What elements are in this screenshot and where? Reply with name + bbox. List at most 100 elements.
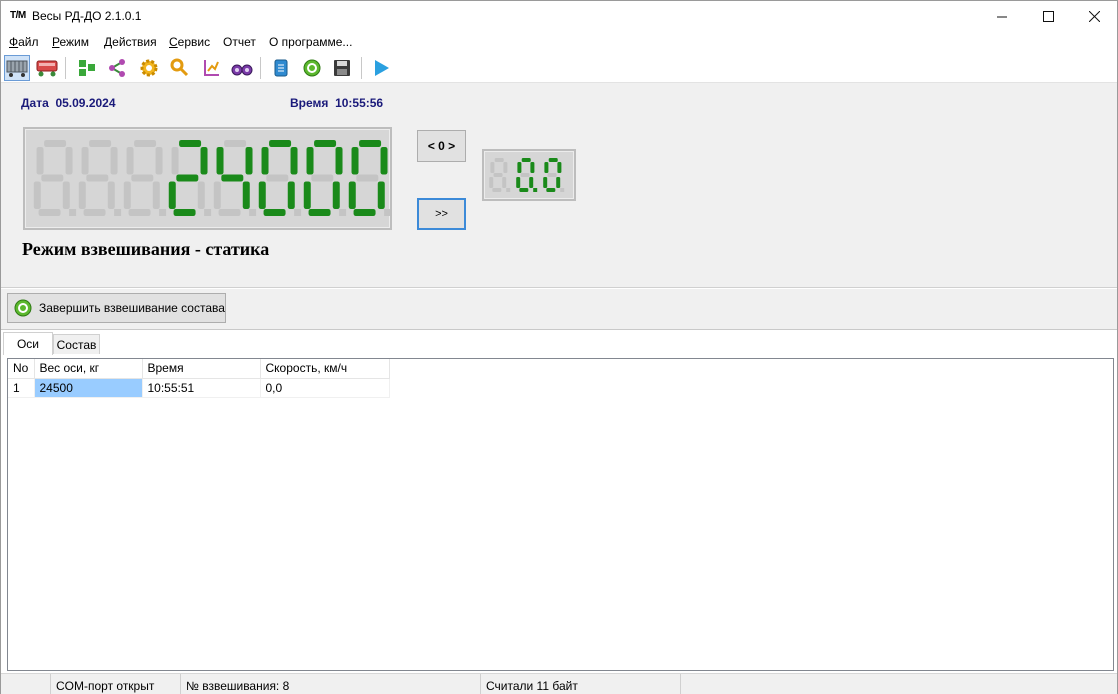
flow-icon[interactable] <box>74 55 100 81</box>
time-display: Время 10:55:56 <box>290 96 384 110</box>
finish-weighing-button[interactable]: Завершить взвешивание состава <box>7 293 226 323</box>
lcd-segment-ghost <box>123 181 131 209</box>
tab-train[interactable]: Состав <box>53 334 100 354</box>
lcd-segment-ghost <box>547 173 557 177</box>
refresh-icon[interactable] <box>299 55 325 81</box>
lcd-segment-lit <box>529 177 534 188</box>
minimize-icon[interactable] <box>979 1 1025 32</box>
lcd-segment-ghost <box>62 181 70 209</box>
close-icon[interactable] <box>1071 1 1117 32</box>
lcd-segment-lit <box>176 174 199 182</box>
lcd-dot-ghost <box>159 209 167 216</box>
app-window: Т/М Весы РД-ДО 2.1.0.1 Файл Режим Действ… <box>0 0 1118 694</box>
cell-speed[interactable]: 0,0 <box>260 378 390 398</box>
cell-weight[interactable]: 24500 <box>34 378 143 398</box>
column-header-weight[interactable]: Вес оси, кг <box>34 359 143 379</box>
lcd-segment-ghost <box>83 209 106 216</box>
lcd-segment-ghost <box>36 147 44 175</box>
lcd-segment-lit <box>261 147 269 175</box>
menu-about[interactable]: О программе... <box>269 35 352 49</box>
toolbar <box>1 52 1117 83</box>
lcd-segment-ghost <box>494 158 504 162</box>
lcd-segment-ghost <box>356 174 379 182</box>
lcd-segment-lit <box>543 177 548 188</box>
lcd-segment-ghost <box>218 209 241 216</box>
cell-time[interactable]: 10:55:51 <box>142 378 261 398</box>
lcd-segment-ghost <box>492 188 502 192</box>
binoculars-icon[interactable] <box>229 55 255 81</box>
lcd-segment-lit <box>548 158 558 162</box>
lcd-segment-lit <box>516 177 521 188</box>
lcd-segment-ghost <box>78 181 86 209</box>
next-button[interactable]: >> <box>417 198 466 230</box>
lcd-dot-ghost <box>69 209 77 216</box>
menu-service[interactable]: Сервис <box>169 35 210 49</box>
lcd-segment-lit <box>544 162 549 173</box>
lcd-segment-lit <box>519 188 529 192</box>
title-bar: Т/М Весы РД-ДО 2.1.0.1 <box>1 1 1117 32</box>
column-header-no[interactable]: No <box>8 359 35 379</box>
wagon-gray-icon[interactable] <box>4 55 30 81</box>
menu-file[interactable]: Файл <box>9 35 39 49</box>
lcd-segment-lit <box>351 147 359 175</box>
save-icon[interactable] <box>329 55 355 81</box>
lcd-segment-ghost <box>490 162 495 173</box>
menu-actions[interactable]: Действия <box>104 35 157 49</box>
lcd-segment-ghost <box>155 147 163 175</box>
tabs-area: Оси Состав No Вес оси, кг Время Скорость… <box>1 331 1117 673</box>
lcd-segment-lit <box>258 181 266 209</box>
lcd-segment-ghost <box>44 140 67 147</box>
refresh-icon <box>14 299 32 317</box>
lcd-segment-lit <box>353 209 376 216</box>
lcd-segment-ghost <box>503 162 508 173</box>
lcd-segment-lit <box>530 162 535 173</box>
wagon-red-icon[interactable] <box>34 55 60 81</box>
lcd-segment-ghost <box>171 147 179 175</box>
lcd-segment-ghost <box>134 140 157 147</box>
chart-arrow-icon[interactable] <box>198 55 224 81</box>
gear-icon[interactable] <box>136 55 162 81</box>
lcd-segment-lit <box>221 174 244 182</box>
lcd-segment-lit <box>314 140 337 147</box>
axes-table: No Вес оси, кг Время Скорость, км/ч 1 24… <box>8 359 390 398</box>
lcd-segment-ghost <box>107 181 115 209</box>
lcd-segment-lit <box>546 188 556 192</box>
app-logo-icon: Т/М <box>10 10 26 21</box>
key-icon[interactable] <box>167 55 193 81</box>
lcd-dot-lit <box>533 188 538 192</box>
column-header-speed[interactable]: Скорость, км/ч <box>260 359 390 379</box>
lcd-dot-ghost <box>294 209 302 216</box>
lcd-segment-lit <box>335 147 343 175</box>
lcd-segment-ghost <box>489 177 494 188</box>
lcd-segment-lit <box>168 181 176 209</box>
toolbar-separator <box>260 57 261 79</box>
lcd-segment-ghost <box>502 177 507 188</box>
menu-mode[interactable]: Режим <box>52 35 89 49</box>
scroll-icon[interactable] <box>268 55 294 81</box>
lcd-segment-ghost <box>86 174 109 182</box>
lcd-segment-ghost <box>493 173 503 177</box>
lcd-dot-ghost <box>339 209 347 216</box>
status-weighing-number: № взвешивания: 8 <box>181 674 481 694</box>
lcd-segment-lit <box>332 181 340 209</box>
lcd-segment-lit <box>380 147 388 175</box>
main-weight-display <box>23 127 392 230</box>
lcd-dot-ghost <box>384 209 392 216</box>
lcd-segment-lit <box>557 162 562 173</box>
tab-axes[interactable]: Оси <box>3 332 53 355</box>
status-cell-empty <box>1 674 51 694</box>
table-row[interactable]: 1 24500 10:55:51 0,0 <box>8 378 390 398</box>
share-icon[interactable] <box>104 55 130 81</box>
lcd-dot-ghost <box>560 188 565 192</box>
maximize-icon[interactable] <box>1025 1 1071 32</box>
lcd-segment-ghost <box>81 147 89 175</box>
cell-no[interactable]: 1 <box>8 378 35 398</box>
column-header-time[interactable]: Время <box>142 359 261 379</box>
menu-report[interactable]: Отчет <box>223 35 256 49</box>
zero-button[interactable]: < 0 > <box>417 130 466 162</box>
lcd-dot-ghost <box>506 188 511 192</box>
axes-grid: No Вес оси, кг Время Скорость, км/ч 1 24… <box>7 358 1114 671</box>
status-bytes-read: Считали 11 байт <box>481 674 681 694</box>
play-icon[interactable] <box>368 55 394 81</box>
lcd-segment-ghost <box>131 174 154 182</box>
